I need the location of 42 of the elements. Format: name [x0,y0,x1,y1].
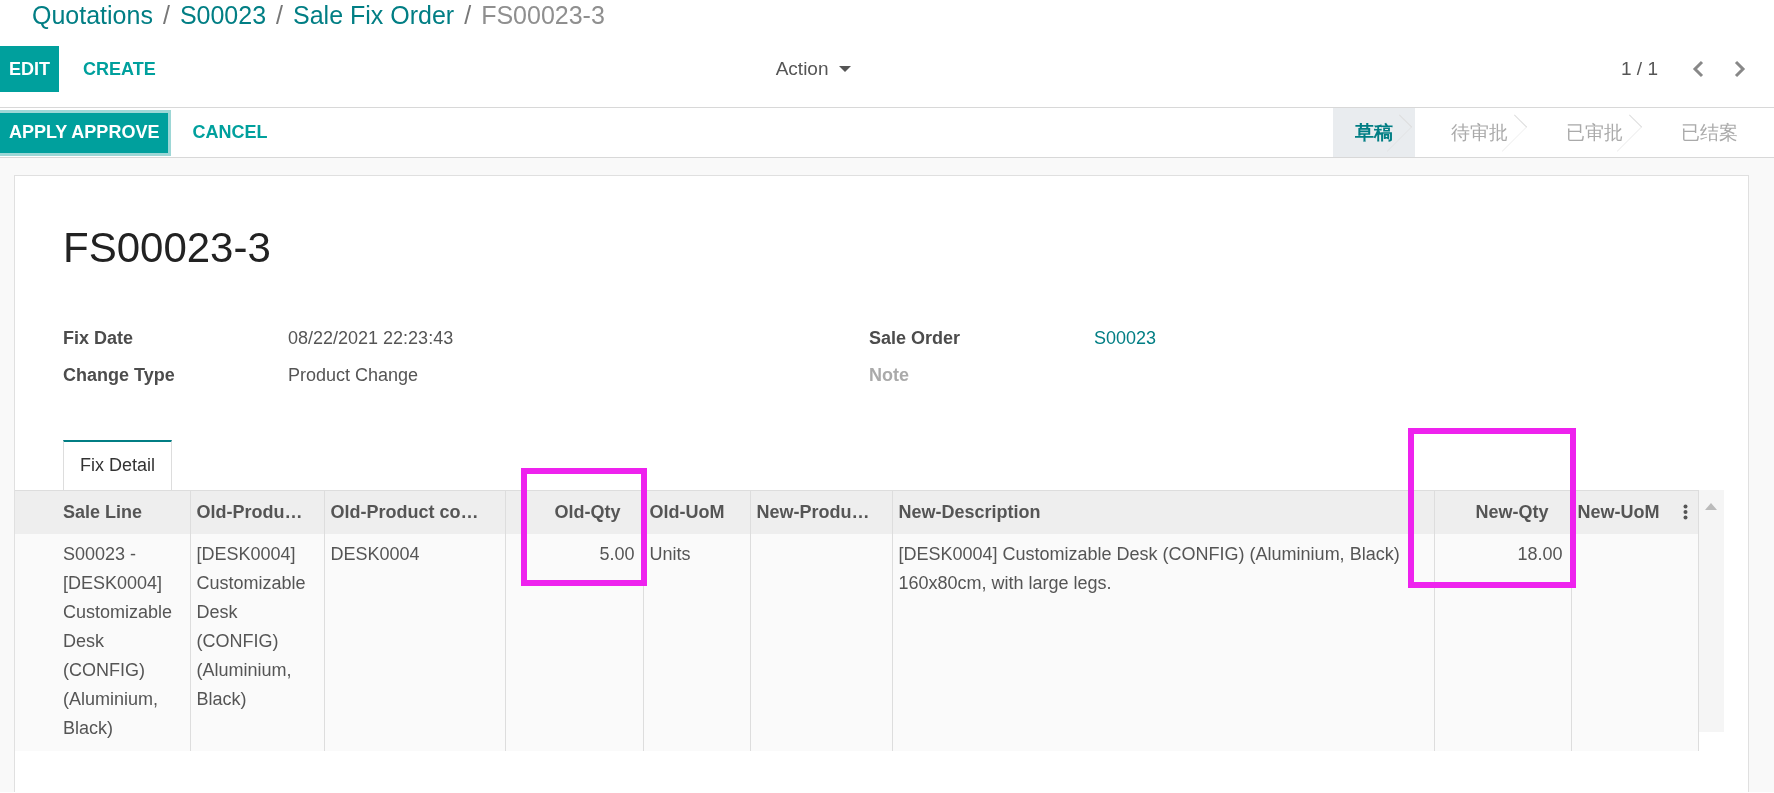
column-header[interactable]: New-Qty [1434,490,1571,534]
breadcrumb-current: FS00023-3 [481,0,605,30]
sale-order-link[interactable]: S00023 [1094,326,1157,351]
table-cell: [DESK0004] Customizable Desk (CONFIG) (Aluminium, Black) 160x80cm, with large legs. [898,544,1400,593]
field-label: Note [869,364,910,387]
column-header[interactable]: Sale Line [15,490,190,534]
breadcrumb-link[interactable]: S00023 [179,0,267,30]
previous-icon[interactable] [1692,60,1704,78]
field-label: Fix Date [63,327,135,350]
status-stage[interactable]: 草稿 [1333,108,1415,157]
breadcrumb-link[interactable]: Sale Fix Order [293,0,455,30]
column-header[interactable]: Old-Product co… [324,490,505,534]
column-header[interactable]: New-Description [892,490,1434,534]
column-options-icon[interactable] [1682,504,1688,520]
column-header[interactable]: Old-Qty [505,490,643,534]
next-icon[interactable] [1734,60,1746,78]
table-cell: Units [649,544,691,564]
field-label: Sale Order [869,327,962,350]
field-label: Change Type [63,364,176,387]
table-cell: 5.00 [599,544,635,564]
column-header[interactable]: Old-Produ… [190,490,324,534]
pager-count: 1 / 1 [1621,58,1658,80]
table-cell: 18.00 [1517,544,1563,564]
header-button[interactable]: CANCEL [172,112,288,153]
notebook-tab[interactable]: Fix Detail [63,440,172,490]
button[interactable]: CREATE [63,46,176,92]
field-value: Product Change [288,364,419,387]
column-header[interactable]: New-Produ… [750,490,892,534]
breadcrumb-separator: / [276,0,284,30]
record-title: FS00023-3 [62,223,272,273]
field-value: 08/22/2021 22:23:43 [288,327,454,350]
header-primary-button[interactable]: APPLY APPROVE [0,112,169,153]
table-cell: [DESK0004] Customizable Desk (CONFIG) (Aluminium, Black) [196,544,306,709]
table-scrollbar[interactable] [1698,490,1724,732]
primary-button[interactable]: EDIT [0,46,59,92]
action-dropdown[interactable]: Action [755,46,871,92]
table-cell: S00023 - [DESK0004] Customizable Desk (CONFIG) (Aluminium, Black) [63,544,173,738]
breadcrumb-link[interactable]: Quotations [32,0,153,30]
table-cell: DESK0004 [330,544,420,564]
breadcrumb-separator: / [464,0,472,30]
breadcrumb-separator: / [162,0,170,30]
caret-icon [838,66,851,72]
